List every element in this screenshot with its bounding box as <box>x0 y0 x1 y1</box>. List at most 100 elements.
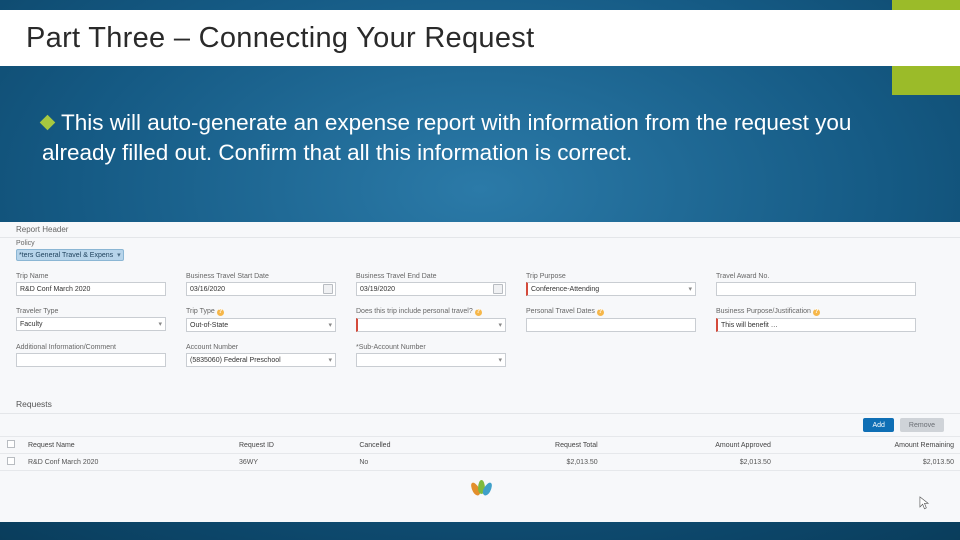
bt-end-input[interactable]: 03/19/2020 <box>356 282 506 296</box>
personal-dates-label: Personal Travel Dates? <box>526 308 696 316</box>
traveler-type-value: Faculty <box>20 321 43 328</box>
policy-value: *ters General Travel & Expens <box>19 252 113 259</box>
th-cancelled: Cancelled <box>353 437 463 454</box>
field-personal-dates: Personal Travel Dates? <box>526 308 696 332</box>
bt-end-value: 03/19/2020 <box>360 286 395 293</box>
requests-table: Request Name Request ID Cancelled Reques… <box>0 436 960 471</box>
td-cancelled: No <box>353 454 463 471</box>
account-no-value: (5835060) Federal Preschool <box>190 357 281 364</box>
field-biz-purpose: Business Purpose/Justification? This wil… <box>716 308 916 332</box>
cursor-icon <box>919 496 930 510</box>
field-personal-travel: Does this trip include personal travel??… <box>356 308 506 332</box>
trip-type-label: Trip Type? <box>186 308 336 316</box>
brand-logo <box>472 482 491 496</box>
trip-type-label-text: Trip Type <box>186 308 215 315</box>
traveler-type-label: Traveler Type <box>16 308 166 315</box>
td-request-name: R&D Conf March 2020 <box>22 454 233 471</box>
chevron-down-icon: ▾ <box>117 251 121 259</box>
slide-title-bar: Part Three – Connecting Your Request <box>0 10 960 66</box>
trip-type-select[interactable]: Out-of-State ▾ <box>186 318 336 332</box>
tooltip-icon[interactable]: ? <box>475 309 482 316</box>
field-bt-end: Business Travel End Date 03/19/2020 <box>356 273 506 296</box>
calendar-icon[interactable] <box>323 284 333 294</box>
tooltip-icon[interactable]: ? <box>217 309 224 316</box>
field-sub-account: *Sub-Account Number ▾ <box>356 344 506 367</box>
field-trip-type: Trip Type? Out-of-State ▾ <box>186 308 336 332</box>
personal-dates-input[interactable] <box>526 318 696 332</box>
sub-account-select[interactable]: ▾ <box>356 353 506 367</box>
trip-name-input[interactable]: R&D Conf March 2020 <box>16 282 166 296</box>
trip-purpose-value: Conference-Attending <box>531 286 599 293</box>
field-trip-purpose: Trip Purpose Conference-Attending ▾ <box>526 273 696 296</box>
personal-travel-label: Does this trip include personal travel?? <box>356 308 506 316</box>
field-account-no: Account Number (5835060) Federal Prescho… <box>186 344 336 367</box>
td-request-total: $2,013.50 <box>464 454 604 471</box>
calendar-icon[interactable] <box>493 284 503 294</box>
policy-row: Policy *ters General Travel & Expens ▾ <box>0 238 960 267</box>
trip-type-value: Out-of-State <box>190 322 228 329</box>
chevron-down-icon: ▾ <box>328 321 332 329</box>
fields-grid-2: Additional Information/Comment Account N… <box>0 342 960 375</box>
personal-travel-select[interactable]: ▾ <box>356 318 506 332</box>
trip-purpose-label: Trip Purpose <box>526 273 696 280</box>
personal-dates-label-text: Personal Travel Dates <box>526 308 595 315</box>
bullet-block: This will auto-generate an expense repor… <box>42 108 912 168</box>
table-row[interactable]: R&D Conf March 2020 36WY No $2,013.50 $2… <box>0 454 960 471</box>
traveler-type-select[interactable]: Faculty ▾ <box>16 317 166 331</box>
addl-info-input[interactable] <box>16 353 166 367</box>
table-header-row: Request Name Request ID Cancelled Reques… <box>0 437 960 454</box>
th-check <box>0 437 22 454</box>
th-request-total: Request Total <box>464 437 604 454</box>
travel-award-input[interactable] <box>716 282 916 296</box>
policy-select[interactable]: *ters General Travel & Expens ▾ <box>16 249 124 261</box>
field-addl-info: Additional Information/Comment <box>16 344 166 367</box>
sub-account-label: *Sub-Account Number <box>356 344 506 351</box>
th-request-id: Request ID <box>233 437 353 454</box>
row-checkbox[interactable] <box>7 457 15 465</box>
trip-name-label: Trip Name <box>16 273 166 280</box>
bullet-text: This will auto-generate an expense repor… <box>42 110 851 165</box>
field-traveler-type: Traveler Type Faculty ▾ <box>16 308 166 332</box>
account-no-select[interactable]: (5835060) Federal Preschool▾ <box>186 353 336 367</box>
policy-label: Policy <box>16 240 944 247</box>
biz-purpose-label-text: Business Purpose/Justification <box>716 308 811 315</box>
bullet-diamond-icon <box>40 115 56 131</box>
field-bt-start: Business Travel Start Date 03/16/2020 <box>186 273 336 296</box>
fields-grid-1: Trip Name R&D Conf March 2020 Business T… <box>0 267 960 342</box>
chevron-down-icon: ▾ <box>158 320 162 328</box>
personal-travel-label-text: Does this trip include personal travel? <box>356 308 473 315</box>
remove-button[interactable]: Remove <box>900 418 944 432</box>
section-requests: Requests <box>0 395 960 413</box>
bt-end-label: Business Travel End Date <box>356 273 506 280</box>
trip-purpose-select[interactable]: Conference-Attending ▾ <box>526 282 696 296</box>
biz-purpose-label: Business Purpose/Justification? <box>716 308 916 316</box>
th-amount-approved: Amount Approved <box>604 437 777 454</box>
trip-name-value: R&D Conf March 2020 <box>20 286 90 293</box>
addl-info-label: Additional Information/Comment <box>16 344 166 351</box>
checkbox-all[interactable] <box>7 440 15 448</box>
td-amount-approved: $2,013.50 <box>604 454 777 471</box>
section-report-header: Report Header <box>0 222 960 238</box>
chevron-down-icon: ▾ <box>688 285 692 293</box>
slide-title: Part Three – Connecting Your Request <box>26 22 534 55</box>
biz-purpose-input[interactable]: This will benefit … <box>716 318 916 332</box>
add-button[interactable]: Add <box>863 418 893 432</box>
travel-award-label: Travel Award No. <box>716 273 916 280</box>
tooltip-icon[interactable]: ? <box>813 309 820 316</box>
requests-toolbar: Add Remove <box>0 413 960 436</box>
th-amount-remaining: Amount Remaining <box>777 437 960 454</box>
expense-form-screenshot: Report Header Policy *ters General Trave… <box>0 222 960 522</box>
account-no-label: Account Number <box>186 344 336 351</box>
field-travel-award: Travel Award No. <box>716 273 916 296</box>
td-check <box>0 454 22 471</box>
tooltip-icon[interactable]: ? <box>597 309 604 316</box>
bt-start-label: Business Travel Start Date <box>186 273 336 280</box>
biz-purpose-value: This will benefit … <box>721 322 778 329</box>
chevron-down-icon: ▾ <box>498 356 502 364</box>
th-request-name: Request Name <box>22 437 233 454</box>
bt-start-value: 03/16/2020 <box>190 286 225 293</box>
bt-start-input[interactable]: 03/16/2020 <box>186 282 336 296</box>
field-trip-name: Trip Name R&D Conf March 2020 <box>16 273 166 296</box>
td-amount-remaining: $2,013.50 <box>777 454 960 471</box>
chevron-down-icon: ▾ <box>498 321 502 329</box>
